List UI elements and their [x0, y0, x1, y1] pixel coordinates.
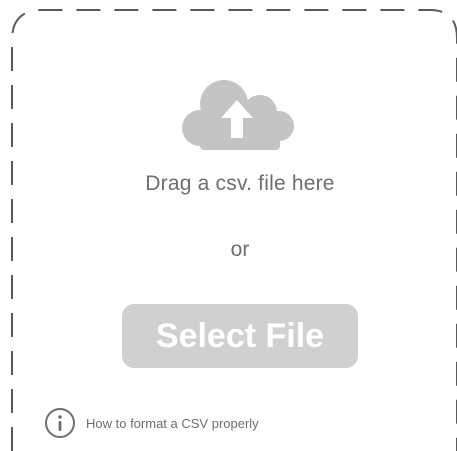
csv-upload-panel: Drag a csv. file here or Select File How…: [0, 0, 457, 451]
cloud-upload-icon: [182, 80, 294, 150]
or-separator: or: [230, 238, 250, 261]
select-file-button[interactable]: Select File: [122, 304, 358, 368]
drag-instruction: Drag a csv. file here: [145, 172, 335, 195]
help-link-text: How to format a CSV properly: [86, 415, 259, 431]
info-icon: [45, 408, 75, 438]
csv-format-help-link[interactable]: How to format a CSV properly: [44, 406, 259, 440]
dashed-border: [11, 9, 457, 451]
file-dropzone[interactable]: Drag a csv. file here or Select File: [0, 0, 457, 451]
